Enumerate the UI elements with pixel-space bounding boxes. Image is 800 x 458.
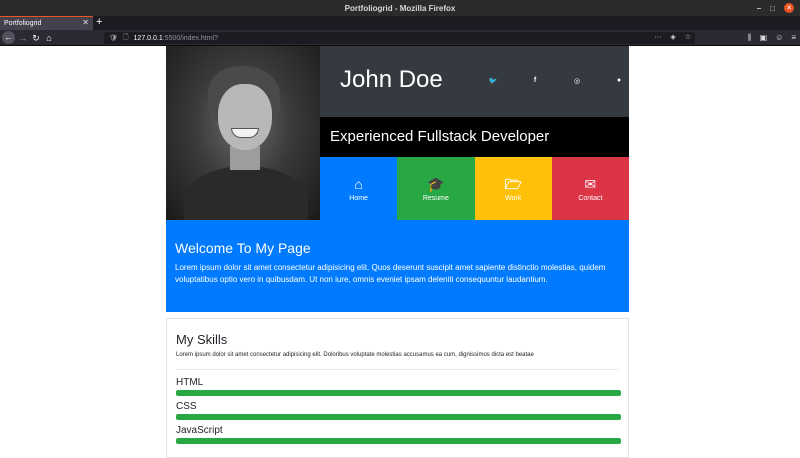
skill-name: JavaScript <box>176 425 223 436</box>
skill-name: HTML <box>176 377 204 388</box>
tile-resume[interactable]: 🎓 Resume <box>397 157 475 220</box>
skills-section: My Skills Lorem ipsum dolor sit amet con… <box>166 318 629 458</box>
window-title: Portfoliogrid - Mozilla Firefox <box>344 3 456 13</box>
tab-label: Portfoliogrid <box>4 20 42 27</box>
skill-bar <box>176 390 621 396</box>
twitter-icon[interactable]: 🐦 <box>472 77 514 85</box>
pocket-icon[interactable]: ◈ <box>670 32 675 44</box>
folder-open-icon: 🗁 <box>504 175 522 192</box>
minimize-button[interactable]: – <box>757 4 761 13</box>
skill-bar <box>176 414 621 420</box>
forward-button[interactable]: → <box>18 31 28 45</box>
facebook-icon[interactable]: f <box>514 77 556 85</box>
name-header: John Doe 🐦 f ◎ ● <box>320 46 629 117</box>
tile-work[interactable]: 🗁 Work <box>474 157 552 220</box>
toolbar-right: ⫼ ▣ ☺ ≡ <box>748 31 796 45</box>
tile-label: Resume <box>422 194 449 202</box>
tile-contact[interactable]: ✉ Contact <box>551 157 629 220</box>
page-actions-icon[interactable]: ··· <box>654 32 661 44</box>
nav-tiles: ⌂ Home 🎓 Resume 🗁 Work ✉ Contact <box>320 157 629 220</box>
home-icon: ⌂ <box>354 175 363 192</box>
library-icon[interactable]: ⫼ <box>748 31 752 45</box>
tab-portfoliogrid[interactable]: Portfoliogrid ✕ <box>0 16 93 30</box>
menu-icon[interactable]: ≡ <box>791 31 796 45</box>
page-viewport: John Doe 🐦 f ◎ ● Experienced Fullstack D… <box>0 46 800 458</box>
close-window-button[interactable]: ✕ <box>784 3 794 13</box>
profile-name: John Doe <box>340 66 443 93</box>
shield-icon[interactable]: 🛡 <box>109 34 118 42</box>
envelope-icon: ✉ <box>584 175 597 192</box>
instagram-icon[interactable]: ◎ <box>556 77 598 85</box>
page-info-icon[interactable]: 🗋 <box>123 33 129 44</box>
window-controls: – □ ✕ <box>757 0 794 16</box>
social-links: 🐦 f ◎ ● <box>472 77 640 85</box>
url-actions: ··· ◈ ☆ <box>654 32 691 44</box>
skill-bar-fill <box>176 390 621 396</box>
tile-label: Home <box>349 194 368 202</box>
window-titlebar: Portfoliogrid - Mozilla Firefox – □ ✕ <box>0 0 800 16</box>
new-tab-button[interactable]: + <box>96 16 102 30</box>
skill-bar <box>176 438 621 444</box>
reload-button[interactable]: ↻ <box>31 31 41 45</box>
skill-bar-fill <box>176 438 621 444</box>
url-path: :5500/index.html? <box>162 34 218 42</box>
tile-home[interactable]: ⌂ Home <box>320 157 398 220</box>
account-icon[interactable]: ☺ <box>775 31 783 45</box>
sidebar-icon[interactable]: ▣ <box>760 31 768 45</box>
back-button[interactable]: ← <box>2 31 15 44</box>
tile-label: Contact <box>578 194 603 202</box>
maximize-button[interactable]: □ <box>770 4 775 13</box>
graduation-cap-icon: 🎓 <box>427 175 445 192</box>
bookmark-star-icon[interactable]: ☆ <box>685 32 691 44</box>
welcome-text: Lorem ipsum dolor sit amet consectetur a… <box>175 263 606 284</box>
skills-description: Lorem ipsum dolor sit amet consectetur a… <box>176 352 534 358</box>
home-button[interactable]: ⌂ <box>44 31 54 45</box>
profile-photo <box>166 46 320 220</box>
skill-name: CSS <box>176 401 197 412</box>
tab-strip: Portfoliogrid ✕ + <box>0 16 800 30</box>
welcome-heading: Welcome To My Page <box>175 240 311 256</box>
url-host: 127.0.0.1 <box>133 34 163 42</box>
divider <box>176 369 619 370</box>
tab-close-icon[interactable]: ✕ <box>82 18 89 27</box>
github-icon[interactable]: ● <box>598 77 640 85</box>
welcome-section: Welcome To My Page Lorem ipsum dolor sit… <box>166 220 629 312</box>
skills-heading: My Skills <box>176 332 228 347</box>
navigation-bar: ← → ↻ ⌂ 🛡 🗋 127.0.0.1:5500/index.html? ·… <box>0 30 800 46</box>
skill-bar-fill <box>176 414 621 420</box>
tagline-box: Experienced Fullstack Developer <box>320 117 629 157</box>
profile-tagline: Experienced Fullstack Developer <box>330 128 550 145</box>
url-bar[interactable]: 🛡 🗋 127.0.0.1:5500/index.html? ··· ◈ ☆ <box>104 32 695 44</box>
tile-label: Work <box>505 194 522 202</box>
